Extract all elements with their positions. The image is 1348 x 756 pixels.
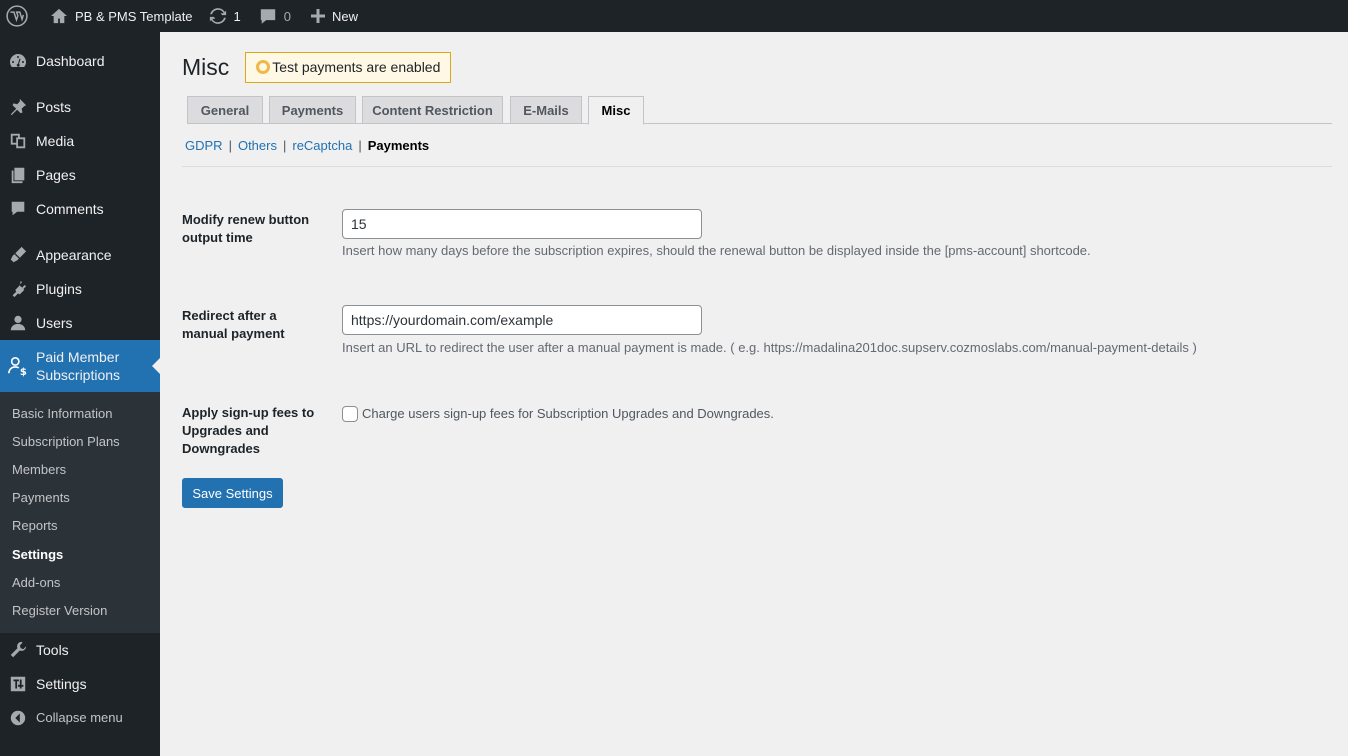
notice-text: Test payments are enabled xyxy=(272,59,441,75)
main-content: Misc Test payments are enabled General P… xyxy=(182,32,1332,508)
menu-label: Media xyxy=(36,133,75,149)
plus-icon xyxy=(311,9,326,23)
misc-subtabs: GDPR | Others | reCaptcha | Payments xyxy=(185,138,429,153)
subtab-separator: | xyxy=(228,138,232,153)
site-name-link[interactable]: PB & PMS Template xyxy=(36,0,201,32)
wordpress-logo-button[interactable] xyxy=(0,0,36,32)
comments-link[interactable]: 0 xyxy=(249,0,299,32)
renew-time-label: Modify renew button output time xyxy=(182,212,310,245)
menu-media[interactable]: Media xyxy=(0,124,160,158)
redirect-url-input[interactable]: https://yourdomain.com/example xyxy=(342,305,702,335)
subtab-separator: | xyxy=(358,138,362,153)
signup-fees-checkbox[interactable] xyxy=(342,406,358,422)
comment-icon xyxy=(8,199,28,219)
new-label: New xyxy=(332,8,359,24)
media-icon xyxy=(8,131,28,151)
home-icon xyxy=(51,8,67,24)
submenu-payments[interactable]: Payments xyxy=(0,484,160,512)
sliders-icon xyxy=(8,674,28,694)
submenu-reports[interactable]: Reports xyxy=(0,512,160,540)
wrench-icon xyxy=(8,640,28,660)
tab-content-restriction[interactable]: Content Restriction xyxy=(362,96,503,124)
collapse-label: Collapse menu xyxy=(36,710,123,725)
submenu-basic-information[interactable]: Basic Information xyxy=(0,399,160,427)
redirect-description: Insert an URL to redirect the user after… xyxy=(342,340,1197,355)
subtab-gdpr[interactable]: GDPR xyxy=(185,138,223,153)
menu-label: Posts xyxy=(36,99,72,115)
submenu-members[interactable]: Members xyxy=(0,455,160,483)
warning-ring-icon xyxy=(256,60,271,74)
updates-link[interactable]: 1 xyxy=(201,0,249,32)
tab-misc[interactable]: Misc xyxy=(588,96,644,125)
subtab-separator: | xyxy=(282,138,287,153)
menu-tools[interactable]: Tools xyxy=(0,633,160,667)
refresh-icon xyxy=(209,8,226,24)
member-dollar-icon: $ xyxy=(8,356,28,377)
divider xyxy=(182,166,1332,167)
save-settings-button[interactable]: Save Settings xyxy=(182,478,283,508)
subtab-recaptcha[interactable]: reCaptcha xyxy=(292,138,352,153)
submenu-subscription-plans[interactable]: Subscription Plans xyxy=(0,427,160,455)
menu-comments[interactable]: Comments xyxy=(0,192,160,226)
brush-icon xyxy=(8,245,28,265)
comments-count: 0 xyxy=(283,8,292,24)
comment-bubble-icon xyxy=(260,8,275,24)
signup-fees-checkbox-label[interactable]: Charge users sign-up fees for Subscripti… xyxy=(362,406,774,421)
new-content-button[interactable]: New xyxy=(299,0,366,32)
settings-tabs: General Payments Content Restriction E-M… xyxy=(187,96,1332,125)
collapse-arrow-icon xyxy=(8,708,28,728)
menu-label: Pages xyxy=(36,167,76,183)
pin-icon xyxy=(8,97,28,117)
submenu-settings[interactable]: Settings xyxy=(0,540,160,568)
menu-label: Paid Member Subscriptions xyxy=(36,349,121,383)
svg-text:$: $ xyxy=(20,367,27,377)
submenu-register-version[interactable]: Register Version xyxy=(0,596,160,624)
menu-label: Tools xyxy=(36,641,69,658)
menu-label: Users xyxy=(36,315,73,331)
menu-posts[interactable]: Posts xyxy=(0,90,160,124)
menu-label: Comments xyxy=(36,201,104,217)
wordpress-logo-icon xyxy=(6,5,28,27)
menu-paid-member-subscriptions[interactable]: $ Paid Member Subscriptions xyxy=(0,340,160,392)
page-header: Misc Test payments are enabled xyxy=(182,32,1332,102)
menu-label: Dashboard xyxy=(36,53,105,69)
renew-time-input[interactable]: 15 xyxy=(342,209,702,239)
subtab-payments[interactable]: Payments xyxy=(368,138,429,153)
menu-settings[interactable]: Settings xyxy=(0,667,160,701)
menu-users[interactable]: Users xyxy=(0,306,160,340)
redirect-label: Redirect after a manual payment xyxy=(182,308,285,341)
pages-icon xyxy=(8,165,28,185)
user-icon xyxy=(8,313,28,333)
menu-pages[interactable]: Pages xyxy=(0,158,160,192)
collapse-menu-button[interactable]: Collapse menu xyxy=(0,701,160,735)
dashboard-icon xyxy=(8,51,28,71)
renew-time-description: Insert how many days before the subscrip… xyxy=(342,243,1091,258)
menu-label: Appearance xyxy=(36,247,112,263)
plug-icon xyxy=(8,279,28,299)
site-name: PB & PMS Template xyxy=(75,8,193,24)
test-payments-notice: Test payments are enabled xyxy=(245,51,452,83)
pms-submenu: Basic Information Subscription Plans Mem… xyxy=(0,392,160,633)
submenu-add-ons[interactable]: Add-ons xyxy=(0,568,160,596)
tab-payments[interactable]: Payments xyxy=(269,96,356,124)
updates-count: 1 xyxy=(233,8,241,24)
menu-plugins[interactable]: Plugins xyxy=(0,272,160,306)
menu-label: Plugins xyxy=(36,281,82,297)
menu-label: Settings xyxy=(36,675,87,692)
admin-sidebar: Dashboard Posts Media Pages Comments App… xyxy=(0,32,160,756)
admin-bar: PB & PMS Template 1 0 New xyxy=(0,0,1348,32)
tab-e-mails[interactable]: E-Mails xyxy=(510,96,582,124)
page-title: Misc xyxy=(182,53,230,80)
subtab-others[interactable]: Others xyxy=(238,138,277,153)
menu-appearance[interactable]: Appearance xyxy=(0,238,160,272)
tab-general[interactable]: General xyxy=(187,96,263,124)
menu-dashboard[interactable]: Dashboard xyxy=(0,44,160,78)
signup-fees-label: Apply sign-up fees to Upgrades and Downg… xyxy=(182,405,315,456)
